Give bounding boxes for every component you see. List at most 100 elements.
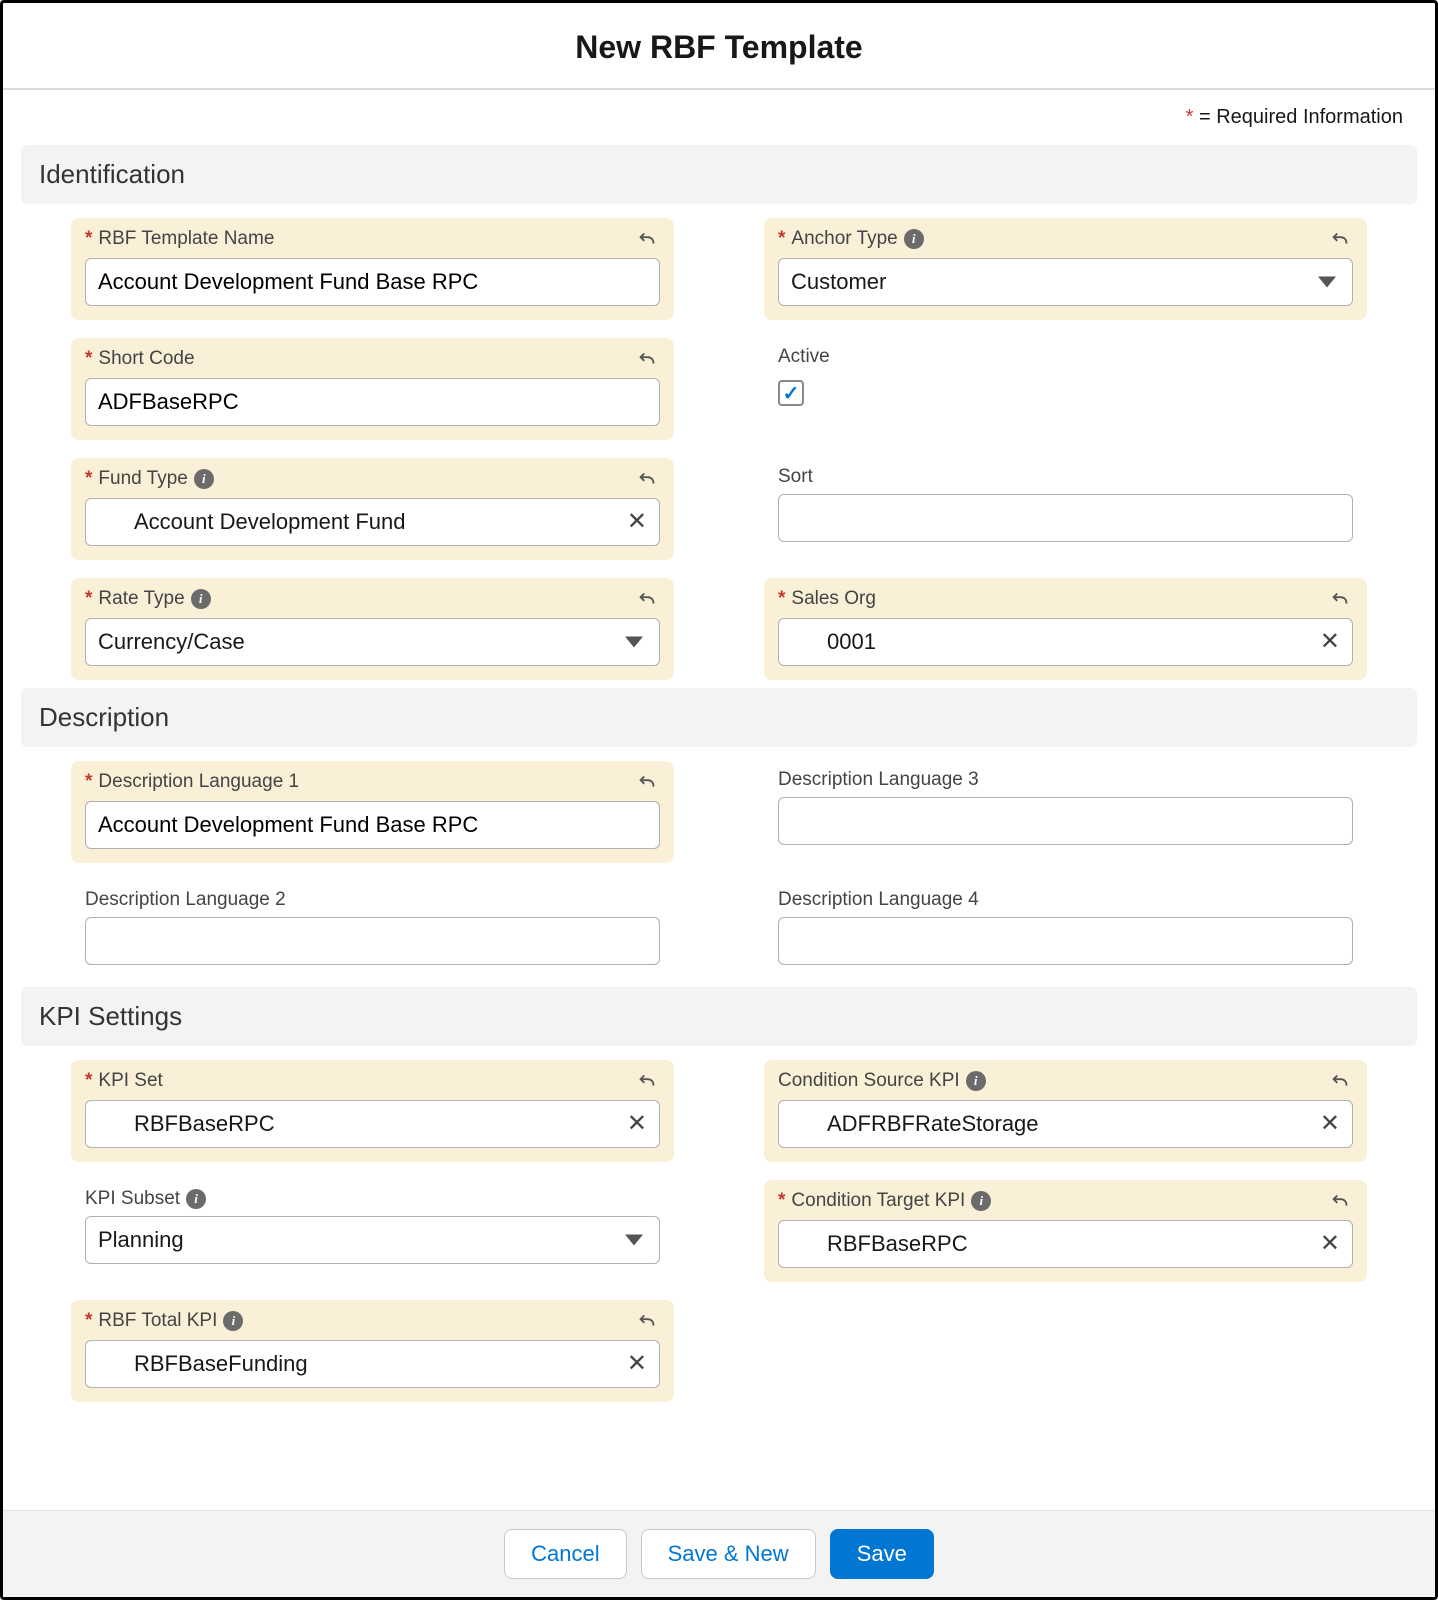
- input-desc2[interactable]: [85, 917, 660, 965]
- label-desc2: Description Language 2: [85, 889, 286, 911]
- label-sales-org: Sales Org: [791, 588, 875, 610]
- required-star-icon: *: [778, 588, 785, 610]
- info-icon[interactable]: i: [223, 1311, 243, 1331]
- field-desc1: * Description Language 1: [71, 761, 674, 863]
- label-desc3: Description Language 3: [778, 769, 979, 791]
- field-active: Active ✓: [764, 338, 1367, 440]
- label-kpi-subset: KPI Subset: [85, 1188, 180, 1210]
- required-star-icon: *: [85, 468, 92, 490]
- input-desc1[interactable]: [85, 801, 660, 849]
- undo-icon[interactable]: [634, 346, 660, 372]
- section-identification: Identification: [21, 145, 1417, 204]
- modal-new-rbf-template: New RBF Template * = Required Informatio…: [0, 0, 1438, 1600]
- input-desc4[interactable]: [778, 917, 1353, 965]
- label-desc4: Description Language 4: [778, 889, 979, 911]
- info-icon[interactable]: i: [971, 1191, 991, 1211]
- undo-icon[interactable]: [634, 1068, 660, 1094]
- description-grid: * Description Language 1 Description Lan…: [21, 761, 1417, 979]
- undo-icon[interactable]: [634, 466, 660, 492]
- required-star-icon: *: [85, 228, 92, 250]
- clear-icon[interactable]: ✕: [627, 1112, 647, 1136]
- undo-icon[interactable]: [634, 226, 660, 252]
- required-star-icon: *: [778, 228, 785, 250]
- undo-icon[interactable]: [634, 1308, 660, 1334]
- info-icon[interactable]: i: [186, 1189, 206, 1209]
- label-kpi-set: KPI Set: [98, 1070, 162, 1092]
- lookup-fund-type[interactable]: Account Development Fund ✕: [85, 498, 660, 546]
- select-anchor-type[interactable]: Customer: [778, 258, 1353, 306]
- label-cond-tgt-kpi: Condition Target KPI: [791, 1190, 965, 1212]
- save-button[interactable]: Save: [830, 1529, 934, 1579]
- section-description: Description: [21, 688, 1417, 747]
- checkbox-active[interactable]: ✓: [778, 380, 804, 406]
- label-cond-src-kpi: Condition Source KPI: [778, 1070, 960, 1092]
- field-sort: Sort: [764, 458, 1367, 560]
- label-active: Active: [778, 346, 830, 368]
- clear-icon[interactable]: ✕: [627, 1352, 647, 1376]
- field-desc4: Description Language 4: [764, 881, 1367, 979]
- required-star-icon: *: [85, 1070, 92, 1092]
- field-rbf-template-name: * RBF Template Name: [71, 218, 674, 320]
- label-sort: Sort: [778, 466, 813, 488]
- input-desc3[interactable]: [778, 797, 1353, 845]
- label-rate-type: Rate Type: [98, 588, 184, 610]
- required-star-icon: *: [85, 1310, 92, 1332]
- select-kpi-subset[interactable]: Planning: [85, 1216, 660, 1264]
- lookup-cond-tgt-kpi[interactable]: RBFBaseRPC ✕: [778, 1220, 1353, 1268]
- clear-icon[interactable]: ✕: [1320, 1232, 1340, 1256]
- section-kpi: KPI Settings: [21, 987, 1417, 1046]
- clear-icon[interactable]: ✕: [627, 510, 647, 534]
- info-icon[interactable]: i: [904, 229, 924, 249]
- kpi-grid: * KPI Set RBFBaseRPC ✕ Condition Source …: [21, 1060, 1417, 1402]
- undo-icon[interactable]: [1327, 586, 1353, 612]
- undo-icon[interactable]: [634, 586, 660, 612]
- label-short-code: Short Code: [98, 348, 194, 370]
- undo-icon[interactable]: [1327, 226, 1353, 252]
- save-and-new-button[interactable]: Save & New: [641, 1529, 816, 1579]
- lookup-rbf-total-kpi[interactable]: RBFBaseFunding ✕: [85, 1340, 660, 1388]
- label-rbf-total-kpi: RBF Total KPI: [98, 1310, 217, 1332]
- field-fund-type: * Fund Type i Account Development Fund ✕: [71, 458, 674, 560]
- required-star-icon: *: [85, 348, 92, 370]
- identification-grid: * RBF Template Name * Anchor Type i Cust…: [21, 218, 1417, 680]
- select-rate-type[interactable]: Currency/Case: [85, 618, 660, 666]
- info-icon[interactable]: i: [191, 589, 211, 609]
- clear-icon[interactable]: ✕: [1320, 1112, 1340, 1136]
- field-cond-src-kpi: Condition Source KPI i ADFRBFRateStorage…: [764, 1060, 1367, 1162]
- info-icon[interactable]: i: [194, 469, 214, 489]
- label-desc1: Description Language 1: [98, 771, 299, 793]
- field-anchor-type: * Anchor Type i Customer: [764, 218, 1367, 320]
- undo-icon[interactable]: [634, 769, 660, 795]
- lookup-kpi-set[interactable]: RBFBaseRPC ✕: [85, 1100, 660, 1148]
- required-star-icon: *: [85, 588, 92, 610]
- field-desc2: Description Language 2: [71, 881, 674, 979]
- required-star-icon: *: [85, 771, 92, 793]
- field-rate-type: * Rate Type i Currency/Case: [71, 578, 674, 680]
- modal-header: New RBF Template: [3, 3, 1435, 90]
- field-desc3: Description Language 3: [764, 761, 1367, 863]
- input-sort[interactable]: [778, 494, 1353, 542]
- required-note: * = Required Information: [3, 90, 1435, 137]
- field-rbf-total-kpi: * RBF Total KPI i RBFBaseFunding ✕: [71, 1300, 674, 1402]
- cancel-button[interactable]: Cancel: [504, 1529, 626, 1579]
- label-fund-type: Fund Type: [98, 468, 187, 490]
- lookup-cond-src-kpi[interactable]: ADFRBFRateStorage ✕: [778, 1100, 1353, 1148]
- field-kpi-subset: KPI Subset i Planning: [71, 1180, 674, 1282]
- label-anchor-type: Anchor Type: [791, 228, 897, 250]
- page-title: New RBF Template: [3, 29, 1435, 66]
- clear-icon[interactable]: ✕: [1320, 630, 1340, 654]
- input-short-code[interactable]: [85, 378, 660, 426]
- info-icon[interactable]: i: [966, 1071, 986, 1091]
- field-kpi-set: * KPI Set RBFBaseRPC ✕: [71, 1060, 674, 1162]
- modal-footer: Cancel Save & New Save: [3, 1510, 1435, 1597]
- field-sales-org: * Sales Org 0001 ✕: [764, 578, 1367, 680]
- lookup-sales-org[interactable]: 0001 ✕: [778, 618, 1353, 666]
- field-cond-tgt-kpi: * Condition Target KPI i RBFBaseRPC ✕: [764, 1180, 1367, 1282]
- undo-icon[interactable]: [1327, 1188, 1353, 1214]
- input-rbf-template-name[interactable]: [85, 258, 660, 306]
- required-star-icon: *: [1186, 106, 1194, 128]
- field-short-code: * Short Code: [71, 338, 674, 440]
- required-star-icon: *: [778, 1190, 785, 1212]
- form-body: Identification * RBF Template Name * Anc…: [3, 137, 1435, 1510]
- undo-icon[interactable]: [1327, 1068, 1353, 1094]
